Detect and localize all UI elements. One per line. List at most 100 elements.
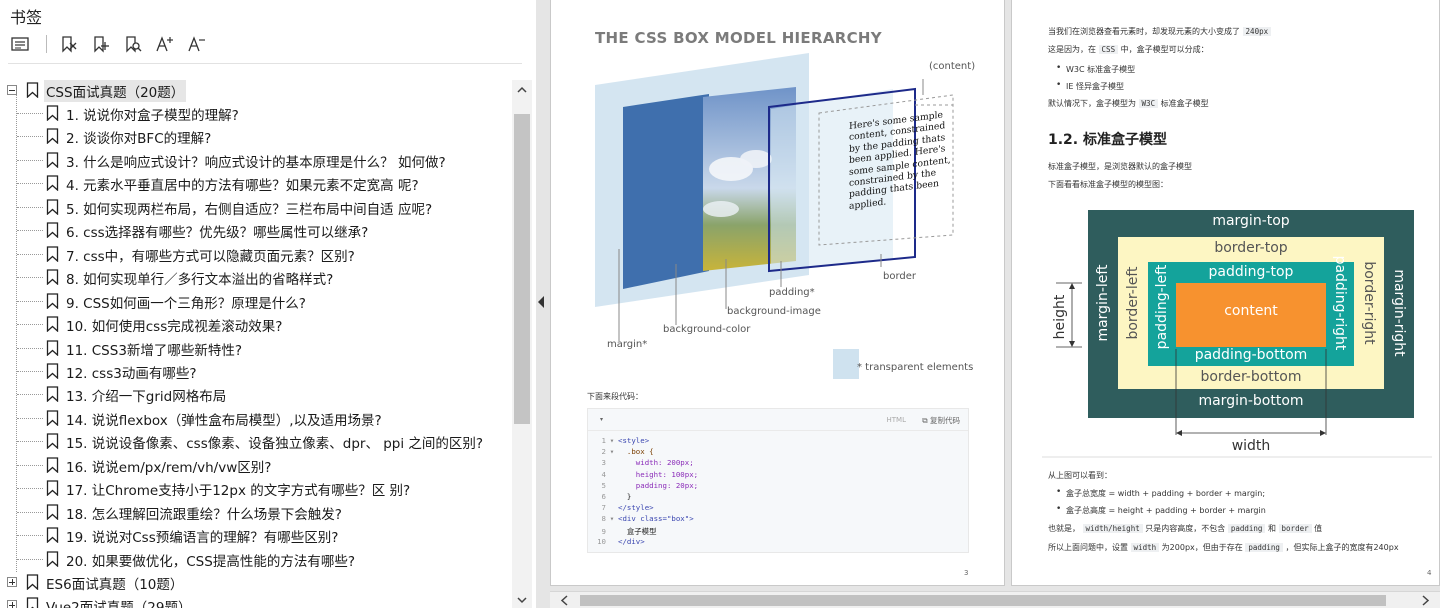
bookmark-add-icon[interactable] <box>91 34 111 54</box>
bookmark-item[interactable]: 11. CSS3新增了哪些新特性? <box>0 337 512 360</box>
bookmark-item[interactable]: 3. 什么是响应式设计？响应式设计的基本原理是什么？ 如何做? <box>0 149 512 172</box>
bookmark-delete-icon[interactable] <box>59 34 79 54</box>
expand-toggle-icon[interactable] <box>7 600 17 608</box>
text: 为200px，但由于存在 <box>1161 543 1243 552</box>
bookmark-item[interactable]: 8. 如何实现单行／多行文本溢出的省略样式? <box>0 266 512 289</box>
bookmark-item[interactable]: 19. 说说对Css预编语言的理解？有哪些区别? <box>0 524 512 547</box>
code-block-header: ▾ HTML ⧉ 复制代码 <box>588 409 968 431</box>
bookmark-item[interactable]: 9. CSS如何画一个三角形？原理是什么? <box>0 290 512 313</box>
tree-connector <box>17 370 43 372</box>
content-label: content <box>1224 303 1278 319</box>
bookmark-icon <box>46 269 59 286</box>
code-text: padding: 20px; <box>618 480 699 490</box>
bookmark-item[interactable]: 5. 如何实现两栏布局，右侧自适应？三栏布局中间自适 应呢? <box>0 196 512 219</box>
code-line: 4 height: 100px; <box>588 470 699 481</box>
bookmark-label: 3. 什么是响应式设计？响应式设计的基本原理是什么？ 如何做? <box>66 154 446 171</box>
bookmark-icon <box>46 363 59 379</box>
horizontal-scrollbar[interactable] <box>550 591 1440 608</box>
copy-label: 复制代码 <box>930 416 960 425</box>
list-item: IE 怪异盒子模型 <box>1056 80 1124 92</box>
bookmark-root-vue2[interactable]: Vue2面试真题（29题） <box>0 594 512 608</box>
bookmark-item[interactable]: 10. 如何使用css完成视差滚动效果? <box>0 313 512 336</box>
fold-marker[interactable]: ▾ <box>606 436 618 445</box>
app-window: 书签 CSS面试真题（20题） 1. 说说你对盒子模型的理解? 2. 谈谈你对B… <box>0 0 1440 608</box>
text: 中，盒子模型可以分成： <box>1120 45 1209 54</box>
figure-title: THE CSS BOX MODEL HIERARCHY <box>595 29 882 47</box>
tree-connector <box>17 136 43 138</box>
bookmark-item[interactable]: 12. css3动画有哪些? <box>0 360 512 383</box>
inline-code: 240px <box>1242 27 1272 36</box>
bookmark-item[interactable]: 2. 谈谈你对BFC的理解? <box>0 125 512 148</box>
tree-connector <box>17 347 43 349</box>
expand-toggle-icon[interactable] <box>7 577 17 587</box>
font-decrease-icon[interactable] <box>187 34 207 54</box>
tree-connector <box>17 277 43 279</box>
bookmark-item[interactable]: 18. 怎么理解回流跟重绘？什么场景下会触发? <box>0 501 512 524</box>
tree-connector <box>17 417 43 419</box>
text: 也就是， <box>1048 524 1080 533</box>
bookmark-item[interactable]: 14. 说说flexbox（弹性盒布局模型）,以及适用场景? <box>0 407 512 430</box>
section-heading: 1.2. 标准盒子模型 <box>1048 132 1167 148</box>
bookmark-icon <box>26 82 39 98</box>
scrollbar-thumb[interactable] <box>580 595 1386 606</box>
line-number: 8 <box>601 514 606 524</box>
font-increase-icon[interactable] <box>155 34 175 54</box>
bookmark-item[interactable]: 7. css中，有哪些方式可以隐藏页面元素？区别? <box>0 243 512 266</box>
bookmark-root-css[interactable]: CSS面试真题（20题） <box>0 79 512 102</box>
bookmark-label: 17. 让Chrome支持小于12px 的文字方式有哪些？区 别? <box>66 483 411 500</box>
code-collapse-icon[interactable]: ▾ <box>600 416 603 423</box>
bookmark-search-icon[interactable] <box>123 34 143 54</box>
bookmark-item[interactable]: 1. 说说你对盒子模型的理解? <box>0 102 512 125</box>
bookmark-icon <box>46 222 59 239</box>
list-item: W3C 标准盒子模型 <box>1056 63 1135 75</box>
scroll-right-icon[interactable] <box>1420 595 1430 606</box>
code-text: <style> <box>618 436 650 445</box>
tree-connector <box>17 253 43 255</box>
list-item: 盒子总宽度 = width + padding + border + margi… <box>1056 487 1265 499</box>
bookmark-item[interactable]: 17. 让Chrome支持小于12px 的文字方式有哪些？区 别? <box>0 477 512 500</box>
page-number: 3 <box>964 569 969 577</box>
outline-list-icon[interactable] <box>10 34 30 54</box>
bookmark-icon <box>46 527 59 544</box>
code-line: 2 ▾ .box { <box>588 447 654 458</box>
bookmark-item[interactable]: 13. 介绍一下grid网格布局 <box>0 383 512 406</box>
text: 值 <box>1314 524 1323 533</box>
code-language: HTML <box>886 416 906 424</box>
desc-line-1: 标准盒子模型，是浏览器默认的盒子模型 <box>1048 162 1192 171</box>
fold-marker[interactable]: ▾ <box>606 447 618 456</box>
bookmark-root-es6[interactable]: ES6面试真题（10题） <box>0 571 512 594</box>
bookmark-label: 14. 说说flexbox（弹性盒布局模型）,以及适用场景? <box>66 412 382 429</box>
pdf-viewer: THE CSS BOX MODEL HIERARCHY (content) bo… <box>536 0 1440 608</box>
border-right-label: border-right <box>1361 261 1377 345</box>
bookmark-label: 5. 如何实现两栏布局，右侧自适应？三栏布局中间自适 应呢? <box>66 201 433 218</box>
bookmark-icon <box>46 246 59 262</box>
bookmark-item[interactable]: 15. 说说设备像素、css像素、设备独立像素、dpr、 ppi 之间的区别? <box>0 430 512 453</box>
tree-connector <box>17 113 43 114</box>
bookmark-scrollbar[interactable] <box>512 80 532 608</box>
list-item: 盒子总高度 = height + padding + border + marg… <box>1056 504 1266 516</box>
bookmark-item[interactable]: 4. 元素水平垂直居中的方法有哪些？如果元素不定宽高 呢? <box>0 172 512 195</box>
code-line: 6 } <box>588 492 632 503</box>
line-number: 10 <box>597 536 606 546</box>
code-line: 5 padding: 20px; <box>588 480 699 492</box>
margin-left-label: margin-left <box>1095 264 1111 342</box>
scroll-up-icon[interactable] <box>516 84 528 96</box>
scroll-left-icon[interactable] <box>560 595 570 606</box>
bookmark-item[interactable]: 16. 说说em/px/rem/vh/vw区别? <box>0 454 512 477</box>
tree-connector <box>17 441 43 443</box>
bookmark-item[interactable]: 6. css选择器有哪些？优先级？哪些属性可以继承? <box>0 219 512 242</box>
scroll-down-icon[interactable] <box>516 594 528 606</box>
scrollbar-thumb[interactable] <box>514 114 530 424</box>
bookmark-toolbar <box>10 34 207 54</box>
collapse-panel-icon[interactable] <box>536 292 546 312</box>
bookmark-label: ES6面试真题（10题） <box>46 577 184 593</box>
bookmark-icon <box>46 410 59 426</box>
text: 默认情况下，盒子模型为 <box>1048 99 1136 108</box>
copy-code-button[interactable]: ⧉ 复制代码 <box>922 415 960 426</box>
bookmark-label: 15. 说说设备像素、css像素、设备独立像素、dpr、 ppi 之间的区别? <box>66 436 484 453</box>
fold-marker[interactable]: ▾ <box>606 514 618 523</box>
label-transparent-note: * transparent elements <box>857 362 974 373</box>
standard-box-model-diagram: margin-top border-top padding-top conten… <box>1042 199 1432 459</box>
bookmark-item[interactable]: 20. 如果要做优化，CSS提高性能的方法有哪些? <box>0 548 512 571</box>
collapse-toggle-icon[interactable] <box>7 85 17 95</box>
